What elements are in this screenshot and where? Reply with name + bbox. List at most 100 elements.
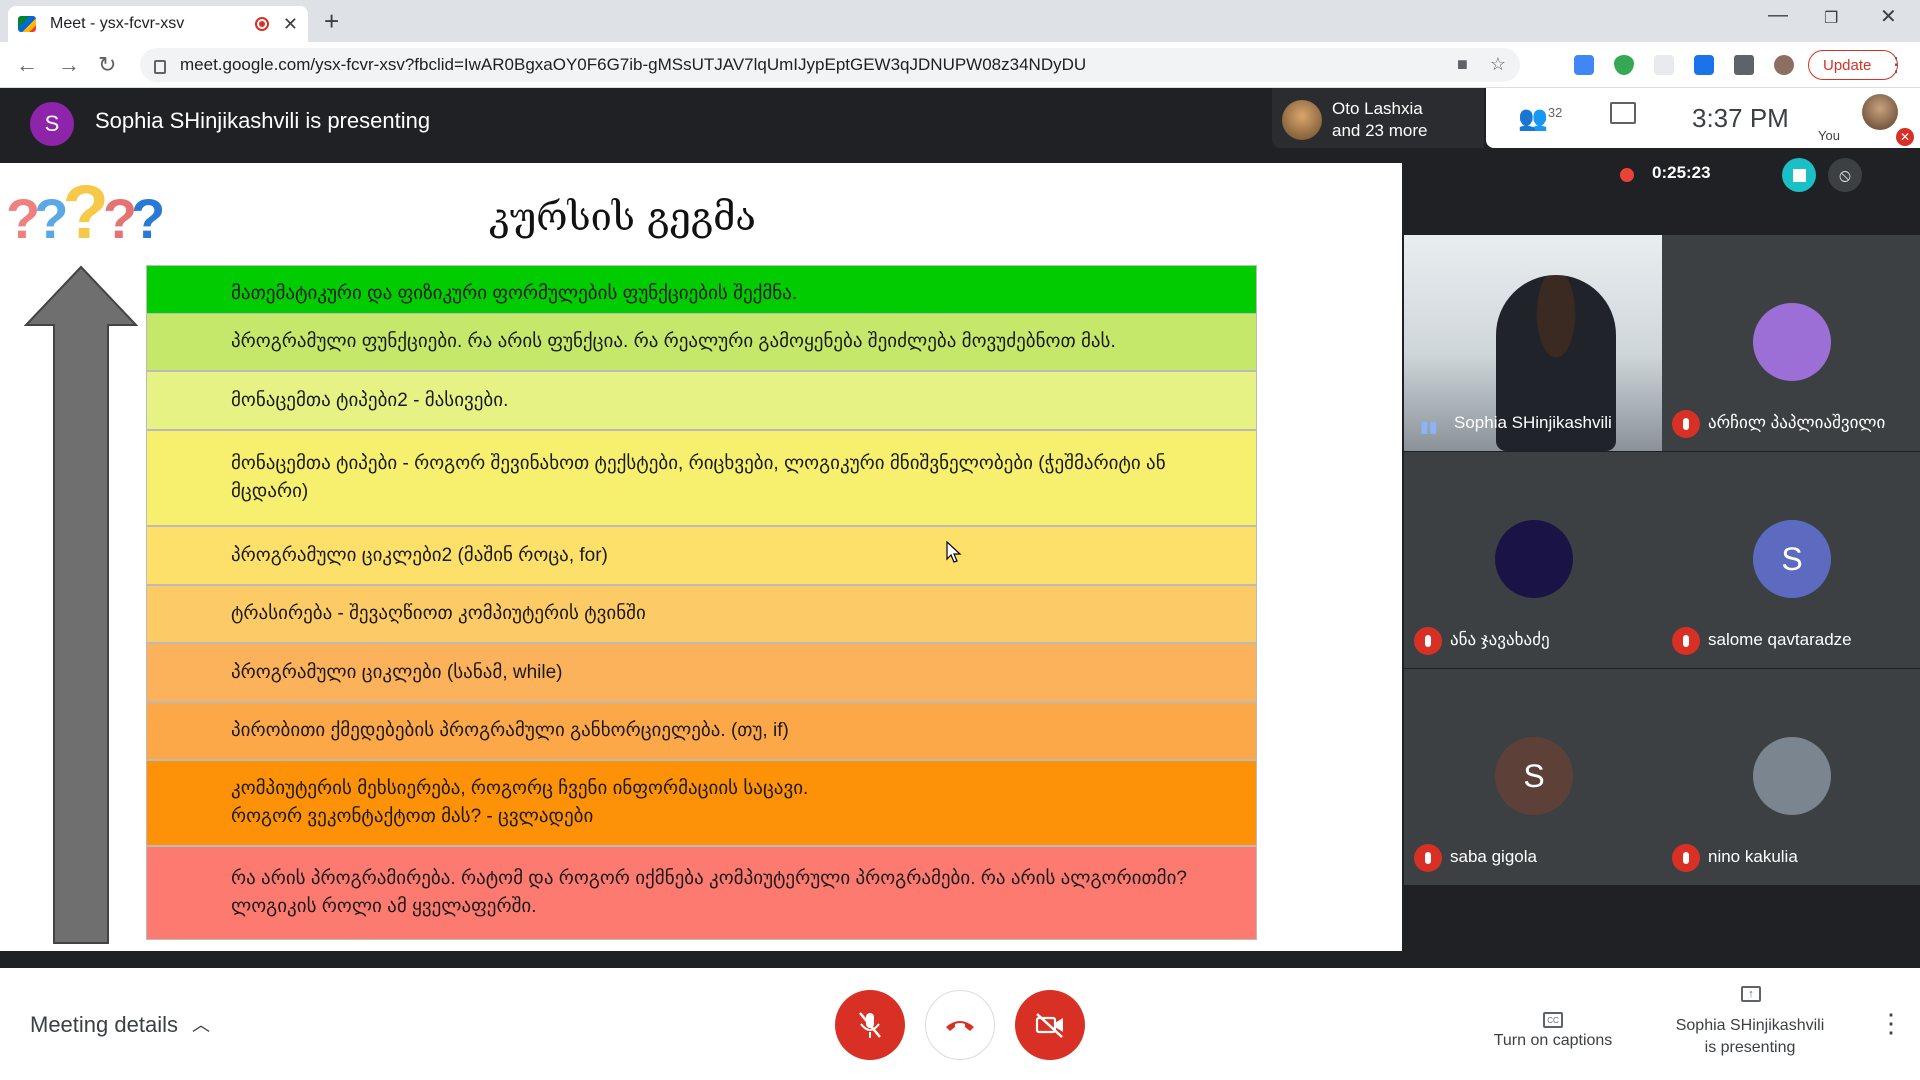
participant-avatar: S [1753, 520, 1831, 598]
course-plan-row: მონაცემთა ტიპები2 - მასივები. [146, 371, 1257, 430]
meeting-details-button[interactable]: Meeting details ︿ [30, 1012, 210, 1038]
reload-button[interactable]: ↻ [98, 52, 116, 78]
participant-count: 32 [1547, 105, 1563, 120]
browser-tab-strip: Meet - ysx-fcvr-xsv ✕ + — ❐ ✕ [0, 0, 1920, 42]
course-plan-row: პროგრამული ფუნქციები. რა არის ფუნქცია. რ… [146, 313, 1257, 371]
course-plan-row-text: პირობითი ქმედებების პროგრამული განხორციე… [231, 720, 789, 741]
participant-avatar [1282, 100, 1322, 140]
presenting-banner: Sophia SHinjikashvili is presenting [95, 108, 431, 133]
course-plan-row: პირობითი ქმედებების პროგრამული განხორციე… [146, 702, 1257, 760]
profile-avatar[interactable] [1774, 55, 1794, 75]
course-plan-row-text: მათემატიკური და ფიზიკური ფორმულების ფუნქ… [231, 283, 798, 304]
slide-title: კურსის გეგმა [489, 195, 756, 239]
presenter-avatar: S [30, 102, 74, 146]
course-plan-row-text: ტრასირება - შევაღწიოთ კომპიუტერის ტვინში [231, 603, 646, 624]
meet-info-panel: 👥32 3:37 PM You [1486, 88, 1920, 148]
omnibox[interactable]: meet.google.com/ysx-fcvr-xsv?fbclid=IwAR… [140, 48, 1520, 82]
participant-tile[interactable]: ანა ჯავახაძე [1404, 452, 1662, 668]
participant-tile[interactable]: Ssalome qavtaradze [1662, 452, 1920, 668]
course-plan-row-text: პროგრამული ციკლები2 (მაშინ როცა, for) [231, 544, 608, 566]
bookmark-star-icon[interactable]: ☆ [1490, 54, 1506, 75]
mic-off-icon[interactable]: ⦸ [1828, 158, 1862, 192]
camera-toggle-button[interactable] [1015, 990, 1085, 1060]
tab-title: Meet - ysx-fcvr-xsv [50, 15, 185, 32]
shield-extension-icon[interactable] [1614, 55, 1634, 75]
course-plan-row-text: პროგრამული ფუნქციები. რა არის ფუნქცია. რ… [231, 331, 1116, 352]
self-avatar[interactable] [1862, 94, 1898, 130]
camera-off-icon [1035, 1013, 1063, 1038]
participant-tile[interactable]: nino kakulia [1662, 669, 1920, 885]
participant-tile-video[interactable]: ▮▮ Sophia SHinjikashvili [1404, 235, 1662, 451]
course-plan-row-text: კომპიუტერის მეხსიერება, როგორც ჩვენი ინფ… [231, 778, 809, 827]
chat-icon[interactable] [1610, 102, 1636, 124]
captions-button-label[interactable]: Turn on captions [1478, 1030, 1628, 1052]
participant-name: ანა ჯავახაძე [1450, 630, 1550, 649]
mic-muted-icon [1672, 844, 1700, 872]
forward-button[interactable]: → [58, 52, 80, 78]
camera-icon[interactable]: ■ [1457, 54, 1468, 75]
meet-bottom-bar: Meeting details ︿ CC Turn on captions ↑ S… [0, 968, 1920, 1080]
people-button[interactable]: 👥32 [1518, 104, 1562, 133]
participant-tile[interactable]: Ssaba gigola [1404, 669, 1662, 885]
translate-extension-icon[interactable] [1574, 55, 1594, 75]
browser-tab[interactable]: Meet - ysx-fcvr-xsv ✕ [8, 6, 308, 42]
url-text[interactable]: meet.google.com/ysx-fcvr-xsv?fbclid=IwAR… [180, 55, 1086, 75]
recording-bar: 0:25:23 ⦸ [1600, 153, 1874, 197]
course-plan-row: პროგრამული ციკლები (სანამ, while) [146, 643, 1257, 702]
participant-avatar: S [1495, 737, 1573, 815]
update-button[interactable]: Update [1808, 50, 1898, 80]
mic-off-icon [859, 1012, 881, 1038]
course-plan-row-text: პროგრამული ციკლები (სანამ, while) [231, 661, 563, 683]
participant-name: saba gigola [1450, 847, 1537, 866]
course-plan-row-text: მონაცემთა ტიპები - როგორ შევინახოთ ტექსტ… [231, 453, 1166, 502]
more-options-icon[interactable]: ⋮ [1878, 1008, 1904, 1039]
meet-favicon-icon [18, 16, 36, 32]
mic-muted-icon [1414, 844, 1442, 872]
course-plan-row: პროგრამული ციკლები2 (მაშინ როცა, for) [146, 526, 1257, 585]
participant-name: nino kakulia [1708, 847, 1798, 866]
meet-top-bar: S Sophia SHinjikashvili is presenting Ot… [0, 88, 1920, 163]
present-now-button[interactable]: Sophia SHinjikashvili is presenting [1660, 1015, 1840, 1059]
mic-muted-icon [1672, 410, 1700, 438]
restore-window-button[interactable]: ❐ [1824, 8, 1838, 28]
meeting-details-label: Meeting details [30, 1012, 178, 1037]
minimize-window-button[interactable]: — [1768, 4, 1788, 27]
stop-recording-button[interactable] [1782, 158, 1816, 192]
back-button[interactable]: ← [16, 52, 38, 78]
puzzle-extensions-icon[interactable] [1734, 55, 1754, 75]
new-tab-button[interactable]: + [324, 6, 339, 37]
close-tab-icon[interactable]: ✕ [283, 14, 298, 35]
others-name: Oto Lashxia [1332, 99, 1423, 118]
screen-extension-icon[interactable] [1694, 55, 1714, 75]
leave-call-button[interactable] [925, 990, 995, 1060]
microphone-toggle-button[interactable] [835, 990, 905, 1060]
participant-avatar [1753, 737, 1831, 815]
recording-dot-icon [1620, 168, 1634, 182]
participant-name: salome qavtaradze [1708, 630, 1852, 649]
course-plan-row: ტრასირება - შევაღწიოთ კომპიუტერის ტვინში [146, 585, 1257, 643]
people-icon: 👥 [1518, 105, 1548, 132]
captions-icon[interactable]: CC [1543, 1012, 1563, 1028]
up-arrow-icon [24, 265, 138, 944]
chevron-up-icon: ︿ [191, 1015, 210, 1035]
course-plan-row-text: მონაცემთა ტიპები2 - მასივები. [231, 389, 509, 411]
course-plan-row: რა არის პროგრამირება. რატომ და როგორ იქმ… [146, 846, 1257, 940]
mic-muted-icon [1414, 627, 1442, 655]
presented-slide: ????? კურსის გეგმა მათემატიკური და ფიზიკ… [0, 163, 1402, 951]
participant-tile[interactable]: არჩილ პაპლიაშვილი [1662, 235, 1920, 451]
course-plan-row-text: რა არის პროგრამირება. რატომ და როგორ იქმ… [231, 868, 1187, 917]
other-participants-card[interactable]: Oto Lashxia and 23 more [1272, 88, 1484, 148]
course-plan-row: მონაცემთა ტიპები - როგორ შევინახოთ ტექსტ… [146, 430, 1257, 526]
course-plan-row: კომპიუტერის მეხსიერება, როგორც ჩვენი ინფ… [146, 760, 1257, 846]
lock-icon [154, 60, 166, 74]
speaking-indicator-icon: ▮▮ [1420, 419, 1438, 436]
close-window-button[interactable]: ✕ [1880, 4, 1897, 29]
present-now-icon[interactable]: ↑ [1741, 986, 1761, 1002]
hang-up-icon [946, 1021, 974, 1031]
presenting-status: is presenting [1704, 1039, 1796, 1056]
grid-extension-icon[interactable] [1654, 55, 1674, 75]
browser-menu-icon[interactable]: ⋮ [1886, 52, 1906, 77]
participant-avatar [1753, 303, 1831, 381]
recording-indicator-icon [254, 17, 269, 31]
muted-badge-icon: ✕ [1896, 128, 1914, 146]
